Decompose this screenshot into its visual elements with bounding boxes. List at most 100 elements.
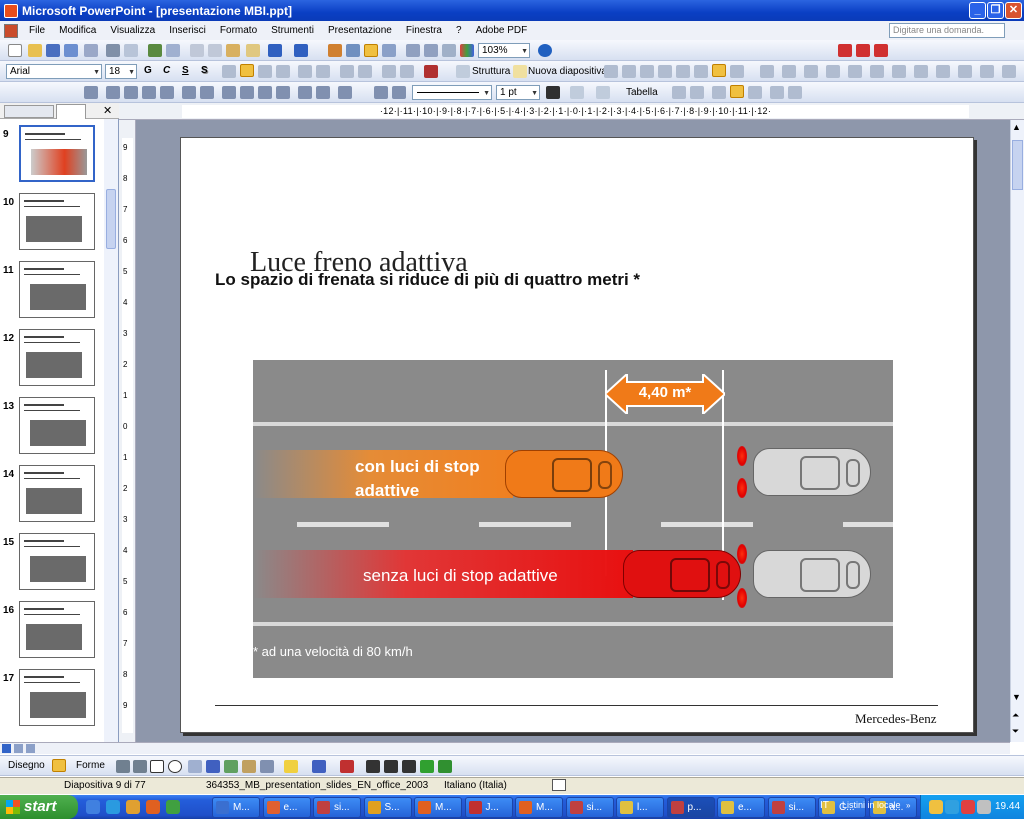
table-tool-active-icon[interactable] xyxy=(712,64,726,77)
struttura-button[interactable]: Struttura xyxy=(472,66,510,77)
picture-tool-5-icon[interactable] xyxy=(160,86,174,99)
align-objects-12-icon[interactable] xyxy=(1002,65,1016,78)
border-style-select[interactable]: ▼ xyxy=(412,85,492,100)
menu-strumenti[interactable]: Strumenti xyxy=(264,25,321,36)
align-left-icon[interactable] xyxy=(222,65,236,78)
close-button[interactable]: ✕ xyxy=(1005,2,1022,19)
quicklaunch-ie-icon[interactable] xyxy=(106,800,120,814)
align-objects-8-icon[interactable] xyxy=(914,65,928,78)
slide-thumbnail[interactable] xyxy=(19,329,95,386)
table-tool-1-icon[interactable] xyxy=(604,65,618,78)
taskbar-button[interactable]: si... xyxy=(565,797,614,818)
align-objects-3-icon[interactable] xyxy=(804,65,818,78)
split-cell-icon[interactable] xyxy=(690,86,704,99)
picture-tool-4-icon[interactable] xyxy=(142,86,156,99)
border-width-select[interactable]: 1 pt ▼ xyxy=(496,85,540,100)
picture-tool-2-icon[interactable] xyxy=(106,86,120,99)
menu-finestra[interactable]: Finestra xyxy=(399,25,449,36)
tray-volume-icon[interactable] xyxy=(977,800,991,814)
table-tool-6-icon[interactable] xyxy=(730,65,744,78)
3d-style-icon[interactable] xyxy=(438,760,452,773)
font-color-icon[interactable] xyxy=(424,65,438,78)
select-objects-icon[interactable] xyxy=(52,759,66,772)
menu-modifica[interactable]: Modifica xyxy=(52,25,103,36)
spelling-status-icon[interactable] xyxy=(552,779,566,791)
decrease-indent-icon[interactable] xyxy=(382,65,396,78)
new-slide-button[interactable]: Nuova diapositiva xyxy=(528,66,607,77)
format-painter-icon[interactable] xyxy=(246,44,260,57)
dash-style-icon[interactable] xyxy=(384,760,398,773)
menu-visualizza[interactable]: Visualizza xyxy=(103,25,162,36)
grid-icon[interactable] xyxy=(442,44,456,57)
disegno-menu[interactable]: Disegno xyxy=(8,760,45,771)
taskbar-button[interactable]: S... xyxy=(363,797,412,818)
slide-thumbnail[interactable] xyxy=(19,465,95,522)
minimize-button[interactable]: _ xyxy=(969,2,986,19)
menu-formato[interactable]: Formato xyxy=(213,25,264,36)
fill-bucket-icon[interactable] xyxy=(284,760,298,773)
taskbar-button[interactable]: J... xyxy=(464,797,513,818)
line-tool-icon[interactable] xyxy=(116,760,130,773)
table-tool-2-icon[interactable] xyxy=(622,65,636,78)
taskbar-button[interactable]: p... xyxy=(666,797,715,818)
print-icon[interactable] xyxy=(106,44,120,57)
font-size-select[interactable]: 18 ▼ xyxy=(105,64,137,79)
menu-file[interactable]: File xyxy=(22,25,52,36)
pane-scroll-thumb[interactable] xyxy=(106,189,116,249)
align-objects-11-icon[interactable] xyxy=(980,65,994,78)
design-icon[interactable] xyxy=(456,65,470,78)
insert-diagram-icon[interactable] xyxy=(382,44,396,57)
borders-icon[interactable] xyxy=(570,86,584,99)
align-middle-icon[interactable] xyxy=(730,85,744,98)
quicklaunch-firefox-icon[interactable] xyxy=(146,800,160,814)
close-pane-icon[interactable]: ✕ xyxy=(103,104,112,117)
cut-icon[interactable] xyxy=(190,44,204,57)
permission-icon[interactable] xyxy=(64,44,78,57)
slide-thumbnail[interactable] xyxy=(19,669,95,726)
border-color-icon[interactable] xyxy=(546,86,560,99)
color-grayscale-icon[interactable] xyxy=(460,44,474,57)
numbering-icon[interactable] xyxy=(298,65,312,78)
zoom-select[interactable]: 103% ▼ xyxy=(478,43,530,58)
pdf-review-icon[interactable] xyxy=(874,44,888,57)
new-slide-icon[interactable] xyxy=(513,65,527,78)
picture-tool-6-icon[interactable] xyxy=(182,86,196,99)
textbox-tool-icon[interactable] xyxy=(188,760,202,773)
paste-icon[interactable] xyxy=(226,44,240,57)
tray-security-icon[interactable] xyxy=(961,800,975,814)
taskbar-button[interactable]: e... xyxy=(262,797,311,818)
taskbar-button[interactable]: M... xyxy=(515,797,563,818)
tabella-menu[interactable]: Tabella xyxy=(626,87,658,98)
pdf-email-icon[interactable] xyxy=(856,44,870,57)
menu-adobe-pdf[interactable]: Adobe PDF xyxy=(469,25,535,36)
powerpoint-app-icon[interactable] xyxy=(4,3,18,18)
align-center-icon[interactable] xyxy=(240,64,254,77)
italic-button[interactable]: C xyxy=(163,65,170,76)
bullets-icon[interactable] xyxy=(316,65,330,78)
slide-thumbnail[interactable] xyxy=(19,125,95,182)
slide-thumbnail[interactable] xyxy=(19,261,95,318)
normal-view-icon[interactable] xyxy=(2,744,11,753)
picture-tool-11-icon[interactable] xyxy=(276,86,290,99)
table-tool-5-icon[interactable] xyxy=(694,65,708,78)
insert-picture-icon[interactable] xyxy=(260,760,274,773)
picture-tool-10-icon[interactable] xyxy=(258,86,272,99)
bold-button[interactable]: G xyxy=(144,65,152,76)
new-icon[interactable] xyxy=(8,44,22,57)
scroll-up-icon[interactable]: ▲ xyxy=(1012,122,1021,132)
align-objects-7-icon[interactable] xyxy=(892,65,906,78)
pdf-convert-icon[interactable] xyxy=(838,44,852,57)
picture-tool-7-icon[interactable] xyxy=(200,86,214,99)
insert-chart-icon[interactable] xyxy=(328,44,342,57)
align-objects-1-icon[interactable] xyxy=(760,65,774,78)
tray-network-icon[interactable] xyxy=(945,800,959,814)
line-style-icon[interactable] xyxy=(366,760,380,773)
picture-tool-9-icon[interactable] xyxy=(240,86,254,99)
taskbar-button[interactable]: M... xyxy=(414,797,462,818)
clipart-icon[interactable] xyxy=(242,760,256,773)
listini-toolbar[interactable]: Listini in locale xyxy=(842,800,901,810)
rectangle-tool-icon[interactable] xyxy=(150,760,164,773)
align-objects-6-icon[interactable] xyxy=(870,65,884,78)
align-top-icon[interactable] xyxy=(712,86,726,99)
quicklaunch-media-icon[interactable] xyxy=(126,800,140,814)
